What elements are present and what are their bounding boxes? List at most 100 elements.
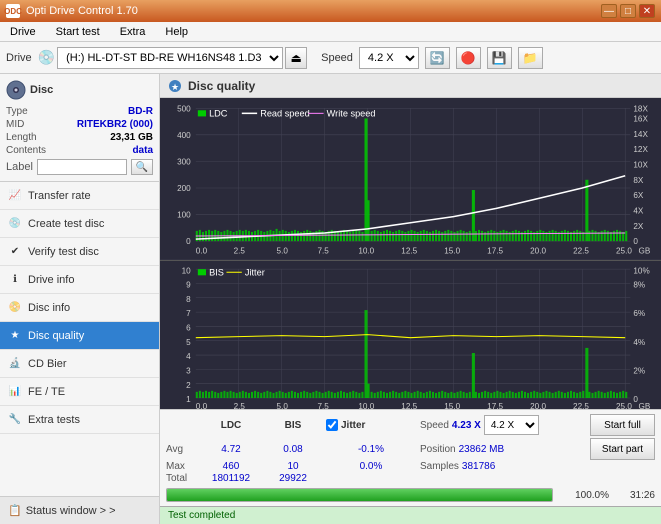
main-layout: Disc Type BD-R MID RITEKBR2 (000) Length…: [0, 74, 661, 524]
maximize-button[interactable]: □: [620, 4, 636, 18]
svg-text:0: 0: [633, 237, 638, 246]
label-icon-button[interactable]: 🔍: [131, 159, 153, 175]
nav-verify-test-disc[interactable]: ✔ Verify test disc: [0, 238, 159, 266]
svg-text:3: 3: [186, 366, 191, 375]
svg-text:100: 100: [177, 211, 191, 220]
progress-text: 100.0%: [559, 490, 609, 501]
nav-cd-bier[interactable]: 🔬 CD Bier: [0, 350, 159, 378]
menu-drive[interactable]: Drive: [4, 24, 42, 40]
disc-length-value: 23,31 GB: [110, 132, 153, 143]
svg-text:GB: GB: [639, 246, 651, 255]
menu-start-test[interactable]: Start test: [50, 24, 106, 40]
disc-type-value: BD-R: [128, 106, 153, 117]
cd-bier-icon: 🔬: [8, 357, 22, 371]
svg-text:200: 200: [177, 184, 191, 193]
save-button[interactable]: 📁: [518, 47, 543, 69]
jitter-checkbox-container: Jitter: [326, 419, 416, 431]
status-window-label: Status window > >: [26, 505, 116, 517]
bis-legend-label: BIS: [209, 267, 224, 277]
svg-text:6%: 6%: [633, 309, 645, 318]
disc-label-label: Label: [6, 161, 33, 173]
disc-mid-label: MID: [6, 119, 24, 130]
svg-text:2%: 2%: [633, 366, 645, 375]
speed-select[interactable]: 4.2 X: [359, 47, 419, 69]
svg-text:10.0: 10.0: [358, 402, 374, 409]
avg-row: Avg 4.72 0.08 -0.1% Position 23862 MB St…: [166, 438, 655, 460]
ldc-legend-label: LDC: [209, 108, 228, 118]
close-button[interactable]: ✕: [639, 4, 655, 18]
position-value: 23862 MB: [459, 444, 505, 455]
content-area: ★ Disc quality: [160, 74, 661, 524]
max-jitter: 0.0%: [326, 461, 416, 472]
nav-cd-bier-label: CD Bier: [28, 358, 67, 370]
progress-row: 100.0% 31:26: [166, 484, 655, 502]
settings-button1[interactable]: 🔴: [456, 47, 481, 69]
status-window-icon: 📋: [8, 504, 22, 517]
svg-text:22.5: 22.5: [573, 402, 589, 409]
write-speed-legend-label: Write speed: [327, 108, 376, 118]
speed-label: Speed: [321, 52, 353, 64]
disc-label-input[interactable]: [37, 159, 127, 175]
transfer-rate-icon: 📈: [8, 189, 22, 203]
stats-bar: LDC BIS Jitter Speed 4.23 X 4.2 X Start …: [160, 409, 661, 506]
disc-info-icon: 📀: [8, 301, 22, 315]
refresh-button[interactable]: 🔄: [425, 47, 450, 69]
disc-mid-value: RITEKBR2 (000): [77, 119, 153, 130]
disc-type-label: Type: [6, 106, 28, 117]
nav-drive-info[interactable]: ℹ Drive info: [0, 266, 159, 294]
drive-selector: 💿 (H:) HL-DT-ST BD-RE WH16NS48 1.D3 ⏏: [38, 47, 307, 69]
nav-create-test-disc-label: Create test disc: [28, 218, 104, 230]
svg-text:4%: 4%: [633, 337, 645, 346]
jitter-checkbox[interactable]: [326, 419, 338, 431]
nav-drive-info-label: Drive info: [28, 274, 74, 286]
nav-items: 📈 Transfer rate 💿 Create test disc ✔ Ver…: [0, 182, 159, 496]
nav-transfer-rate[interactable]: 📈 Transfer rate: [0, 182, 159, 210]
disc-contents-value: data: [132, 145, 153, 156]
svg-text:9: 9: [186, 280, 191, 289]
menu-bar: Drive Start test Extra Help: [0, 22, 661, 42]
drive-select[interactable]: (H:) HL-DT-ST BD-RE WH16NS48 1.D3: [57, 47, 283, 69]
total-label: Total: [166, 473, 198, 484]
svg-text:GB: GB: [639, 402, 651, 409]
svg-text:20.0: 20.0: [530, 402, 546, 409]
disc-label-row: Label 🔍: [6, 159, 153, 175]
nav-fe-te[interactable]: 📊 FE / TE: [0, 378, 159, 406]
svg-text:22.5: 22.5: [573, 246, 589, 255]
svg-text:15.0: 15.0: [444, 402, 460, 409]
svg-text:2X: 2X: [633, 222, 644, 231]
settings-button2[interactable]: 💾: [487, 47, 512, 69]
samples-value: 381786: [462, 461, 495, 472]
start-part-button[interactable]: Start part: [590, 438, 655, 460]
nav-create-test-disc[interactable]: 💿 Create test disc: [0, 210, 159, 238]
samples-label: Samples: [420, 461, 459, 472]
svg-text:5: 5: [186, 337, 191, 346]
status-window-button[interactable]: 📋 Status window > >: [0, 496, 159, 524]
progress-time: 31:26: [615, 490, 655, 501]
svg-text:400: 400: [177, 131, 191, 140]
nav-disc-quality[interactable]: ★ Disc quality: [0, 322, 159, 350]
status-text: Test completed: [168, 510, 235, 521]
speed-stat-value: 4.23 X: [452, 420, 481, 431]
eject-button[interactable]: ⏏: [285, 47, 307, 69]
menu-help[interactable]: Help: [159, 24, 194, 40]
charts-container: LDC Read speed Write speed 0 100 200 300…: [160, 98, 661, 409]
svg-text:17.5: 17.5: [487, 246, 503, 255]
jitter-column-header: Jitter: [341, 420, 365, 431]
svg-text:2.5: 2.5: [234, 402, 246, 409]
menu-extra[interactable]: Extra: [114, 24, 152, 40]
total-row: Total 1801192 29922: [166, 473, 655, 484]
disc-panel: Disc Type BD-R MID RITEKBR2 (000) Length…: [0, 74, 159, 182]
nav-disc-info[interactable]: 📀 Disc info: [0, 294, 159, 322]
ldc-chart-wrapper: LDC Read speed Write speed 0 100 200 300…: [160, 98, 661, 261]
minimize-button[interactable]: —: [601, 4, 617, 18]
disc-panel-icon: [6, 80, 26, 100]
max-row: Max 460 10 0.0% Samples 381786: [166, 461, 655, 472]
disc-quality-header: ★ Disc quality: [160, 74, 661, 98]
position-info: Position 23862 MB: [420, 444, 586, 455]
nav-extra-tests-label: Extra tests: [28, 414, 80, 426]
progress-bar: [166, 488, 553, 502]
stats-speed-select[interactable]: 4.2 X: [484, 415, 539, 435]
nav-extra-tests[interactable]: 🔧 Extra tests: [0, 406, 159, 434]
start-full-button[interactable]: Start full: [590, 414, 655, 436]
svg-text:300: 300: [177, 157, 191, 166]
